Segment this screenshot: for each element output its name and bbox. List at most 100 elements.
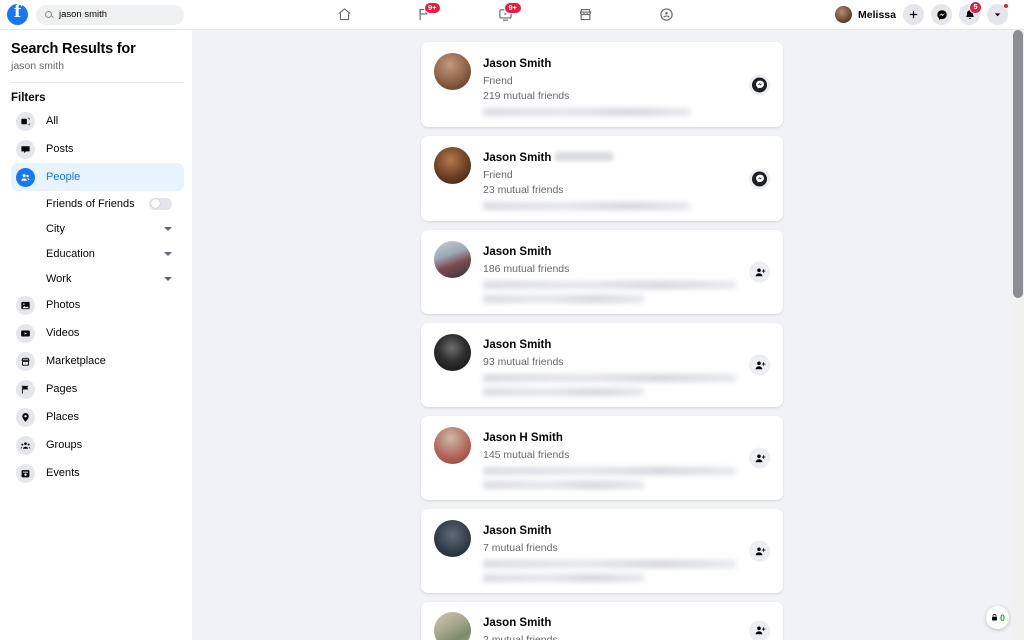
search-input[interactable]: jason smith xyxy=(36,4,184,25)
subfilter-city[interactable]: City xyxy=(11,216,184,241)
sidebar-item-label: Events xyxy=(46,467,80,479)
top-navigation-bar: jason smith 9+ 9+ xyxy=(0,0,1024,30)
people-icon xyxy=(16,167,35,187)
avatar[interactable] xyxy=(434,612,471,640)
search-results-main: Jason Smith Friend 219 mutual friends Jason… xyxy=(192,30,1012,640)
obscured-detail-line xyxy=(483,560,736,568)
person-result-card[interactable]: Jason Smith 2 mutual friends xyxy=(421,602,783,640)
nav-pages-badge: 9+ xyxy=(423,1,442,15)
add-friend-button[interactable] xyxy=(749,540,770,562)
groups-icon xyxy=(16,435,35,455)
sidebar-item-label: Groups xyxy=(46,439,83,451)
marketplace-icon xyxy=(16,351,35,371)
sidebar-item-videos[interactable]: Videos xyxy=(11,319,184,347)
nav-groups-icon[interactable] xyxy=(652,3,680,27)
notifications-button[interactable]: 5 xyxy=(959,1,983,25)
account-menu-button[interactable] xyxy=(987,3,1009,25)
nav-home-icon[interactable] xyxy=(330,3,358,27)
avatar[interactable] xyxy=(434,520,471,557)
person-info: Jason Smith Friend 219 mutual friends xyxy=(483,53,770,116)
sidebar-item-events[interactable]: Events xyxy=(11,459,184,487)
avatar[interactable] xyxy=(434,53,471,90)
obscured-detail-line xyxy=(483,374,736,382)
person-name-row: Jason H Smith xyxy=(483,428,770,446)
nav-watch-video-icon[interactable]: 9+ xyxy=(491,1,522,27)
sidebar-item-label: Videos xyxy=(46,327,80,339)
friends-of-friends-toggle[interactable] xyxy=(149,197,172,210)
person-name[interactable]: Jason Smith xyxy=(483,339,551,351)
avatar[interactable] xyxy=(434,427,471,464)
person-result-card[interactable]: Jason Smith 186 mutual friends xyxy=(421,230,783,314)
person-name[interactable]: Jason Smith xyxy=(483,246,551,258)
person-result-card[interactable]: Jason Smith 7 mutual friends xyxy=(421,509,783,593)
facebook-logo[interactable] xyxy=(7,2,28,25)
add-friend-icon xyxy=(755,361,765,369)
message-button[interactable] xyxy=(749,168,770,189)
add-friend-button[interactable] xyxy=(749,261,770,283)
create-button[interactable] xyxy=(903,4,924,25)
person-name[interactable]: Jason Smith xyxy=(483,58,551,70)
add-friend-button[interactable] xyxy=(749,354,770,376)
privacy-status-widget[interactable]: 0 xyxy=(986,606,1009,629)
sidebar-item-label: Places xyxy=(46,411,80,423)
chevron-down-icon xyxy=(164,276,172,281)
person-name[interactable]: Jason H Smith xyxy=(483,432,563,444)
sidebar-item-posts[interactable]: Posts xyxy=(11,135,184,163)
subfilter-work[interactable]: Work xyxy=(11,266,184,291)
pages-flag-icon xyxy=(16,379,35,399)
account-name: Melissa xyxy=(858,8,896,21)
redacted-name-suffix xyxy=(555,152,614,162)
person-result-card[interactable]: Jason H Smith 145 mutual friends xyxy=(421,416,783,500)
avatar[interactable] xyxy=(434,147,471,184)
person-name-row: Jason Smith xyxy=(483,613,770,631)
person-result-card[interactable]: Jason Smith Friend 23 mutual friends xyxy=(421,136,783,221)
message-button[interactable] xyxy=(749,74,770,95)
sidebar-divider xyxy=(11,82,184,83)
sidebar-item-people[interactable]: People xyxy=(11,163,184,191)
account-profile-link[interactable]: Melissa xyxy=(835,6,896,23)
chevron-down-icon xyxy=(164,251,172,256)
person-name[interactable]: Jason Smith xyxy=(483,525,551,537)
subfilter-label: Friends of Friends xyxy=(46,197,135,210)
nav-marketplace-icon[interactable] xyxy=(572,3,600,27)
nav-pages-flag-icon[interactable]: 9+ xyxy=(411,1,442,27)
subfilter-label: Education xyxy=(46,247,95,260)
obscured-detail-line xyxy=(483,202,690,210)
obscured-detail-line xyxy=(483,481,644,489)
avatar[interactable] xyxy=(434,241,471,278)
obscured-detail-line xyxy=(483,574,644,582)
add-friend-button[interactable] xyxy=(749,620,770,640)
add-friend-button[interactable] xyxy=(749,447,770,469)
photos-icon xyxy=(16,295,35,315)
person-name-row: Jason Smith xyxy=(483,242,770,260)
sidebar-item-label: People xyxy=(46,171,81,183)
sidebar-item-places[interactable]: Places xyxy=(11,403,184,431)
person-name-row: Jason Smith xyxy=(483,335,770,353)
notifications-badge: 5 xyxy=(969,1,983,14)
sidebar-item-photos[interactable]: Photos xyxy=(11,291,184,319)
search-icon xyxy=(45,11,52,18)
person-result-card[interactable]: Jason Smith Friend 219 mutual friends xyxy=(421,42,783,127)
sidebar-item-all[interactable]: All xyxy=(11,107,184,135)
sidebar-item-marketplace[interactable]: Marketplace xyxy=(11,347,184,375)
search-filters-sidebar: Search Results for jason smith Filters A… xyxy=(0,30,192,640)
sidebar-item-pages[interactable]: Pages xyxy=(11,375,184,403)
page-scrollbar-thumb[interactable] xyxy=(1013,30,1023,298)
subfilter-friends-of-friends[interactable]: Friends of Friends xyxy=(11,191,184,216)
person-result-card[interactable]: Jason Smith 93 mutual friends xyxy=(421,323,783,407)
obscured-detail-line xyxy=(483,467,736,475)
messenger-button[interactable] xyxy=(931,4,952,25)
page-scrollbar[interactable] xyxy=(1012,30,1024,640)
person-name[interactable]: Jason Smith xyxy=(483,152,551,164)
avatar[interactable] xyxy=(434,334,471,371)
person-info: Jason H Smith 145 mutual friends xyxy=(483,427,770,489)
obscured-detail-line xyxy=(483,281,736,289)
people-results-list: Jason Smith Friend 219 mutual friends Jason… xyxy=(421,42,783,640)
topbar-nav-icons: 9+ 9+ xyxy=(330,1,680,27)
subfilter-education[interactable]: Education xyxy=(11,241,184,266)
all-results-icon xyxy=(16,111,35,131)
person-name[interactable]: Jason Smith xyxy=(483,617,551,629)
places-pin-icon xyxy=(16,407,35,427)
add-friend-icon xyxy=(755,626,765,635)
sidebar-item-groups[interactable]: Groups xyxy=(11,431,184,459)
